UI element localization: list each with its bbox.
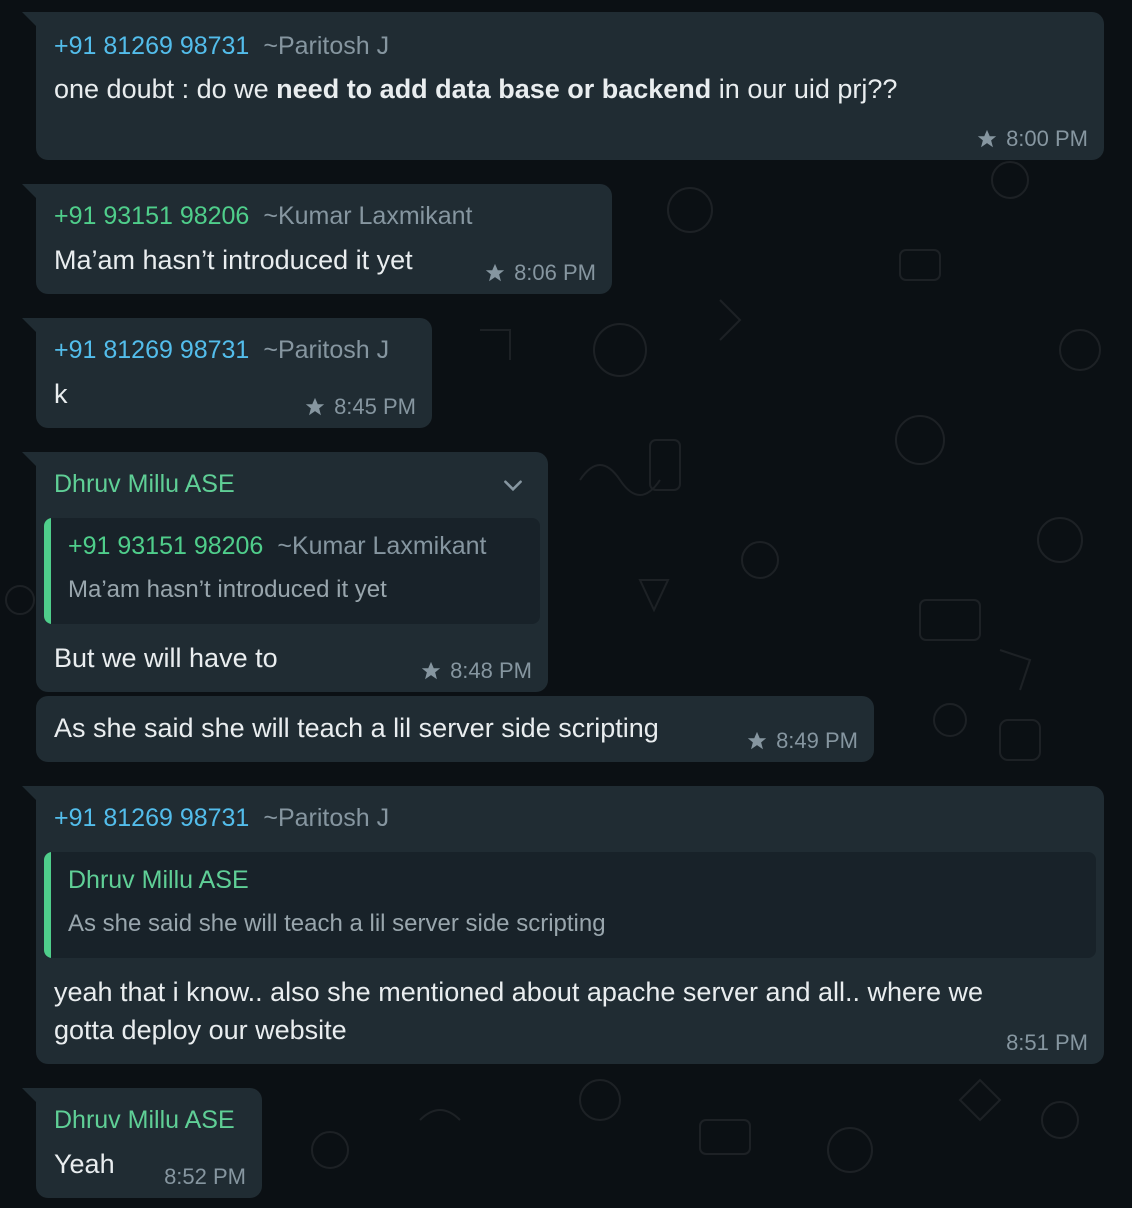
quoted-message[interactable]: +91 93151 98206 ~Kumar Laxmikant Ma’am ha… bbox=[44, 518, 540, 624]
sender-phone[interactable]: +91 93151 98206 bbox=[54, 202, 249, 230]
message-bubble[interactable]: +91 93151 98206 ~Kumar Laxmikant Ma’am ha… bbox=[22, 184, 612, 294]
message-bubble[interactable]: Dhruv Millu ASE Yeah 8:52 PM bbox=[22, 1088, 262, 1198]
message-time: 8:48 PM bbox=[450, 658, 532, 683]
sender-alias: ~Kumar Laxmikant bbox=[263, 202, 473, 230]
message-bubble[interactable]: +91 81269 98731 ~Paritosh J one doubt : d… bbox=[22, 12, 1104, 160]
message-time: 8:51 PM bbox=[1006, 1030, 1088, 1055]
message-meta: 8:45 PM bbox=[304, 394, 416, 420]
star-icon bbox=[421, 661, 441, 680]
message-time: 8:45 PM bbox=[334, 394, 416, 419]
message-text: As she said she will teach a lil server … bbox=[54, 713, 659, 743]
message-bubble[interactable]: +91 81269 98731 ~Paritosh J k 8:45 PM bbox=[22, 318, 432, 428]
message-bubble[interactable]: Dhruv Millu ASE +91 93151 98206 ~Kumar La… bbox=[22, 452, 548, 692]
quote-text: Ma’am hasn’t introduced it yet bbox=[68, 576, 387, 603]
sender-alias: ~Paritosh J bbox=[263, 32, 390, 60]
quoted-message[interactable]: Dhruv Millu ASE As she said she will tea… bbox=[44, 852, 1096, 958]
message-time: 8:52 PM bbox=[164, 1164, 246, 1189]
message-time: 8:49 PM bbox=[776, 728, 858, 753]
message-meta: 8:00 PM bbox=[976, 126, 1088, 152]
quote-header: +91 93151 98206 ~Kumar Laxmikant bbox=[68, 532, 486, 561]
star-icon bbox=[305, 397, 325, 416]
message-meta: 8:52 PM bbox=[164, 1164, 246, 1190]
message-header: +91 81269 98731 ~Paritosh J bbox=[54, 336, 389, 365]
quote-accent-bar bbox=[44, 518, 51, 624]
message-text: But we will have to bbox=[54, 643, 278, 673]
message-text-line: gotta deploy our website bbox=[54, 1015, 347, 1045]
star-icon bbox=[747, 731, 767, 750]
message-header: +91 81269 98731 ~Paritosh J bbox=[54, 804, 389, 833]
quote-phone: +91 93151 98206 bbox=[68, 532, 264, 560]
message-header: +91 81269 98731 ~Paritosh J bbox=[54, 32, 389, 61]
quote-name: Dhruv Millu ASE bbox=[68, 866, 249, 894]
sender-alias: ~Paritosh J bbox=[263, 804, 390, 832]
message-meta: 8:48 PM bbox=[420, 658, 532, 684]
message-time: 8:06 PM bbox=[514, 260, 596, 285]
quote-alias: ~Kumar Laxmikant bbox=[277, 532, 487, 560]
message-meta: 8:51 PM bbox=[1006, 1030, 1088, 1056]
sender-name[interactable]: Dhruv Millu ASE bbox=[54, 470, 235, 499]
message-meta: 8:49 PM bbox=[746, 728, 858, 754]
message-text: Ma’am hasn’t introduced it yet bbox=[54, 245, 413, 275]
sender-name[interactable]: Dhruv Millu ASE bbox=[54, 1106, 235, 1135]
quote-text: As she said she will teach a lil server … bbox=[68, 910, 606, 937]
sender-phone[interactable]: +91 81269 98731 bbox=[54, 336, 249, 364]
star-icon bbox=[977, 129, 997, 148]
sender-alias: ~Paritosh J bbox=[263, 336, 390, 364]
message-header: +91 93151 98206 ~Kumar Laxmikant bbox=[54, 202, 472, 231]
sender-phone[interactable]: +91 81269 98731 bbox=[54, 32, 249, 60]
chevron-down-icon[interactable] bbox=[500, 472, 526, 498]
message-meta: 8:06 PM bbox=[484, 260, 596, 286]
star-icon bbox=[485, 263, 505, 282]
sender-phone[interactable]: +91 81269 98731 bbox=[54, 804, 249, 832]
message-bubble[interactable]: +91 81269 98731 ~Paritosh J Dhruv Millu A… bbox=[22, 786, 1104, 1064]
message-text: Yeah bbox=[54, 1149, 115, 1179]
quote-accent-bar bbox=[44, 852, 51, 958]
message-text: one doubt : do we need to add data base … bbox=[54, 74, 898, 104]
message-text-line: yeah that i know.. also she mentioned ab… bbox=[54, 977, 984, 1007]
message-time: 8:00 PM bbox=[1006, 126, 1088, 151]
message-bubble[interactable]: As she said she will teach a lil server … bbox=[36, 696, 874, 762]
message-text: k bbox=[54, 379, 68, 409]
